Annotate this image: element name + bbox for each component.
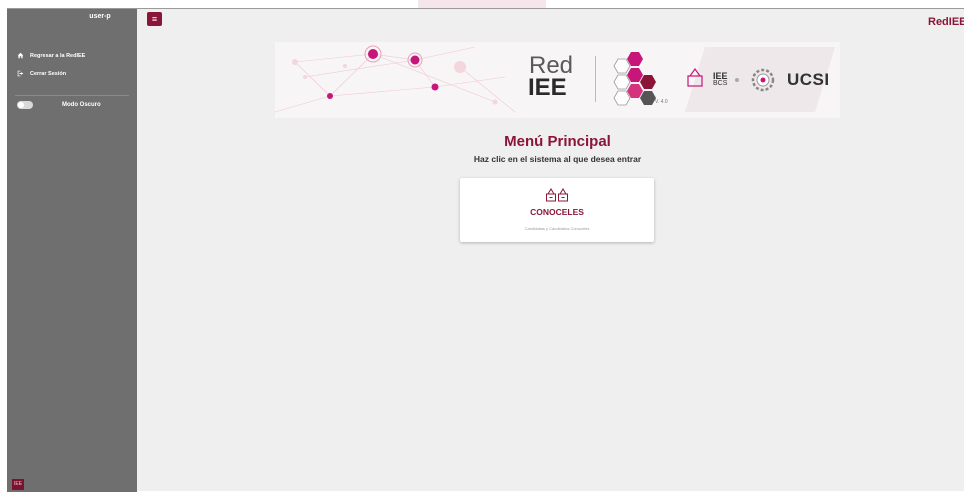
hamburger-menu-icon: ≡ <box>151 14 158 24</box>
banner-version: V. 4.0 <box>655 99 668 105</box>
iee-corner-logo: IEE <box>12 479 24 490</box>
card-description: Candidatas y Candidatos Conoceles <box>524 226 590 231</box>
iee-bcs-logo: IEE BCS <box>713 71 728 88</box>
sidebar: user-p Regresar a la RedIEE Cerrar Sesió… <box>7 9 137 492</box>
menu-toggle-button[interactable]: ≡ <box>147 12 162 26</box>
brand-title[interactable]: RedIEE <box>928 16 964 28</box>
system-card-conoceles[interactable]: CONOCELES Candidatas y Candidatos Conoce… <box>460 178 654 242</box>
rediee-banner: Red IEE V. 4.0 IEE BCS UCSI <box>275 42 840 118</box>
ucsi-logo-text: UCSI <box>787 70 830 89</box>
home-icon <box>17 52 24 59</box>
page-title: Menú Principal <box>504 133 611 150</box>
sidebar-divider <box>15 95 129 96</box>
page-subtitle: Haz clic en el sistema al que desea entr… <box>473 154 642 164</box>
card-title: CONOCELES <box>530 207 584 217</box>
banner-separator <box>595 56 596 102</box>
logout-icon <box>17 70 24 77</box>
sidebar-item-label: Regresar a la RedIEE <box>30 52 86 59</box>
dark-mode-label: Modo Oscuro <box>62 102 101 108</box>
sidebar-item-label: Cerrar Sesión <box>30 70 67 77</box>
sidebar-item-cerrar-sesion[interactable]: Cerrar Sesión <box>17 70 66 77</box>
banner-iee-text: IEE <box>528 74 567 101</box>
dark-mode-toggle[interactable] <box>17 101 33 109</box>
sidebar-item-regresar[interactable]: Regresar a la RedIEE <box>17 52 85 59</box>
sidebar-username: user-p <box>89 13 111 20</box>
ballot-box-icon <box>546 188 568 202</box>
app-window: user-p Regresar a la RedIEE Cerrar Sesió… <box>7 8 964 492</box>
